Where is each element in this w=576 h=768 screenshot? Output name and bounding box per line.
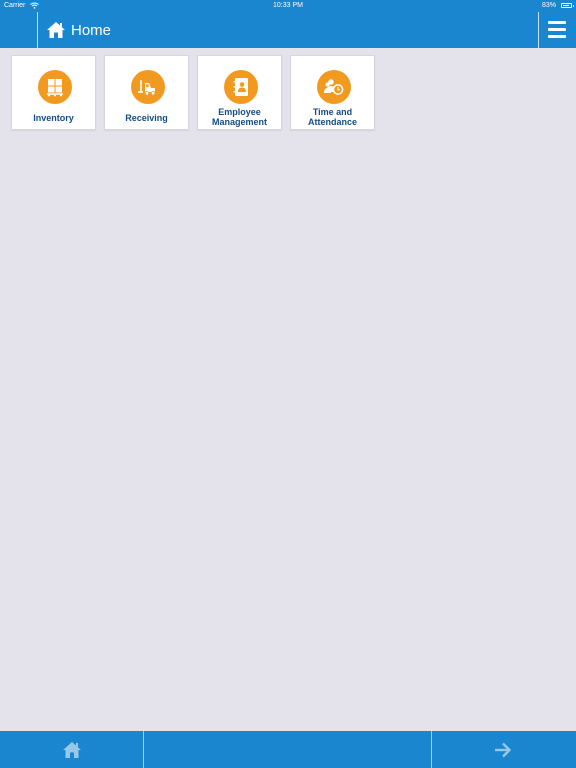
tile-time-attendance[interactable]: Time and Attendance [290,55,375,130]
home-icon[interactable] [62,741,82,759]
page-title: Home [71,21,112,39]
people-clock-icon [317,70,351,104]
toolbar-divider [431,731,432,768]
hamburger-menu-icon [548,28,566,31]
module-tiles: Inventory Receiving Employee Management … [11,55,383,130]
tile-label-line: Attendance [307,117,357,127]
tile-label: Time and Attendance [291,107,374,127]
tile-label: Employee Management [198,107,281,127]
status-bar: Carrier 10:33 PM 83% [0,0,576,12]
tile-label-line: Time and [312,107,353,117]
pallet-boxes-icon [38,70,72,104]
home-nav-button[interactable]: Home [46,19,111,41]
employee-badge-icon [224,70,258,104]
nav-divider [538,12,539,48]
forklift-icon [131,70,165,104]
battery-percent: 83% [541,2,556,9]
arrow-right-icon[interactable] [493,740,513,760]
battery-icon [561,3,574,8]
status-time: 10:33 PM [273,2,303,9]
tile-inventory[interactable]: Inventory [11,55,96,130]
tile-label-line: Employee [218,107,261,117]
nav-divider [37,12,38,48]
tile-receiving[interactable]: Receiving [104,55,189,130]
toolbar-divider [143,731,144,768]
menu-button[interactable] [546,18,568,40]
tile-label: Receiving [125,113,168,123]
tile-employee-management[interactable]: Employee Management [197,55,282,130]
app-header: Carrier 10:33 PM 83% Home [0,0,576,48]
tile-label: Inventory [33,113,74,123]
hamburger-menu-icon [548,21,566,24]
home-icon [46,21,66,39]
bottom-toolbar [0,731,576,768]
hamburger-menu-icon [548,35,566,38]
tile-label-line: Management [211,117,267,127]
